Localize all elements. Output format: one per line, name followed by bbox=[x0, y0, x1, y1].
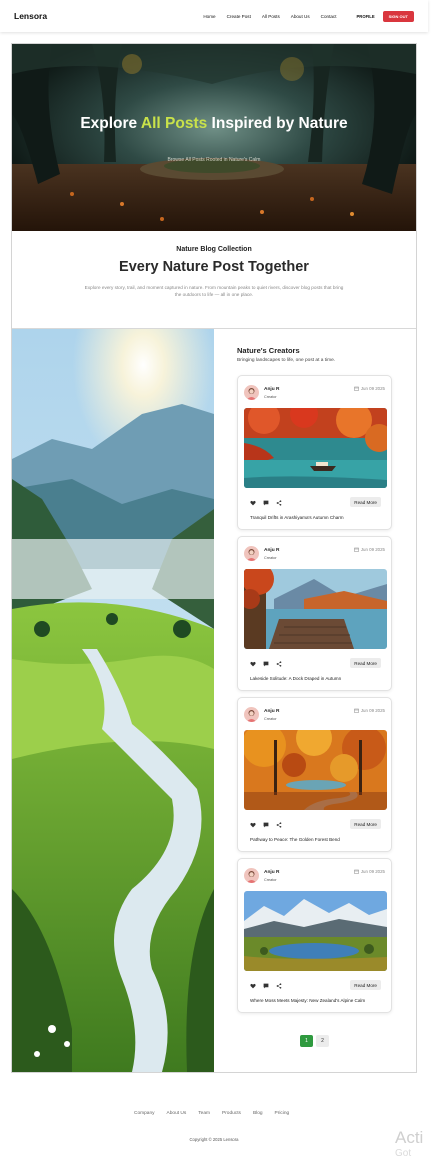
page-button-1[interactable]: 1 bbox=[300, 1035, 313, 1047]
author-role: Creator bbox=[264, 717, 277, 721]
nav-link-contact[interactable]: Contact bbox=[321, 14, 337, 19]
footer-links: Company About Us Team Products Blog Pric… bbox=[134, 1111, 301, 1116]
read-more-button[interactable]: Read More bbox=[350, 819, 381, 829]
author-name[interactable]: Anju R bbox=[264, 548, 279, 553]
activation-watermark-sub: Got bbox=[395, 1148, 412, 1158]
author-name[interactable]: Anju R bbox=[264, 709, 279, 714]
author-name[interactable]: Anju R bbox=[264, 870, 279, 875]
section-title: Every Nature Post Together bbox=[119, 259, 309, 275]
post-actions bbox=[250, 983, 289, 989]
footer-link-pricing[interactable]: Pricing bbox=[275, 1111, 290, 1116]
footer-link-products[interactable]: Products bbox=[222, 1111, 241, 1116]
nav-link-about-us[interactable]: About Us bbox=[291, 14, 310, 19]
creators-title: Nature's Creators bbox=[237, 346, 300, 355]
post-actions bbox=[250, 500, 289, 506]
comment-icon[interactable] bbox=[263, 661, 269, 667]
avatar bbox=[244, 385, 259, 400]
comment-icon[interactable] bbox=[263, 500, 269, 506]
share-icon[interactable] bbox=[276, 983, 282, 989]
calendar-icon bbox=[354, 869, 359, 874]
author-role: Creator bbox=[264, 395, 277, 399]
hero-forest-image bbox=[12, 44, 416, 231]
author-name[interactable]: Anju R bbox=[264, 387, 279, 392]
valley-feature-image bbox=[12, 329, 214, 1072]
avatar bbox=[244, 546, 259, 561]
main-container: Explore All Posts Inspired by Nature Bro… bbox=[11, 43, 417, 1073]
post-title[interactable]: Pathway to Peace: The Golden Forest Bend bbox=[250, 837, 340, 842]
navbar: Lensora Home Create Post All Posts About… bbox=[0, 0, 428, 32]
share-icon[interactable] bbox=[276, 661, 282, 667]
post-date: Jun 09 2025 bbox=[354, 386, 385, 391]
creators-subtitle: Bringing landscapes to life, one post at… bbox=[237, 358, 336, 363]
author-role: Creator bbox=[264, 878, 277, 882]
profile-link[interactable]: PROFILE bbox=[357, 14, 375, 19]
signout-button[interactable]: SIGN OUT bbox=[382, 10, 414, 22]
read-more-button[interactable]: Read More bbox=[350, 497, 381, 507]
post-actions bbox=[250, 822, 289, 828]
nav-link-all-posts[interactable]: All Posts bbox=[262, 14, 280, 19]
read-more-button[interactable]: Read More bbox=[350, 980, 381, 990]
activation-watermark: Acti bbox=[395, 1128, 424, 1147]
post-date: Jun 09 2025 bbox=[354, 708, 385, 713]
post-image-alpine-lake[interactable] bbox=[244, 891, 387, 971]
post-card[interactable]: Anju R Creator Jun 09 2025 bbox=[237, 375, 392, 530]
hero-subtitle: Browse All Posts Rooted in Nature's Calm bbox=[167, 157, 261, 163]
comment-icon[interactable] bbox=[263, 983, 269, 989]
post-title[interactable]: Tranquil Drifts in Arashiyama's Autumn C… bbox=[250, 515, 344, 520]
post-card[interactable]: Anju R Creator Jun 09 2025 bbox=[237, 697, 392, 852]
section-description: Explore every story, trail, and moment c… bbox=[84, 285, 344, 297]
author-role: Creator bbox=[264, 556, 277, 560]
like-heart-icon[interactable] bbox=[250, 661, 256, 667]
post-image-autumn-lake-boat[interactable] bbox=[244, 408, 387, 488]
hero-title: Explore All Posts Inspired by Nature bbox=[80, 115, 348, 132]
share-icon[interactable] bbox=[276, 500, 282, 506]
read-more-button[interactable]: Read More bbox=[350, 658, 381, 668]
nav-link-home[interactable]: Home bbox=[203, 14, 215, 19]
nav-link-create-post[interactable]: Create Post bbox=[227, 14, 251, 19]
footer-link-team[interactable]: Team bbox=[198, 1111, 210, 1116]
post-actions bbox=[250, 661, 289, 667]
share-icon[interactable] bbox=[276, 822, 282, 828]
pagination: 1 2 bbox=[300, 1035, 332, 1047]
hero-banner: Explore All Posts Inspired by Nature Bro… bbox=[12, 44, 416, 231]
post-image-golden-forest-path[interactable] bbox=[244, 730, 387, 810]
like-heart-icon[interactable] bbox=[250, 822, 256, 828]
nav-links: Home Create Post All Posts About Us Cont… bbox=[192, 14, 336, 19]
footer-link-company[interactable]: Company bbox=[134, 1111, 155, 1116]
avatar bbox=[244, 868, 259, 883]
post-title[interactable]: Lakeside Solitude: A Dock Draped in Autu… bbox=[250, 676, 341, 681]
brand-logo[interactable]: Lensora bbox=[14, 11, 47, 21]
copyright: Copyright © 2025 Lensora bbox=[189, 1137, 239, 1142]
like-heart-icon[interactable] bbox=[250, 500, 256, 506]
hero-title-accent: All Posts bbox=[140, 115, 208, 132]
section-label: Nature Blog Collection bbox=[176, 246, 252, 253]
avatar bbox=[244, 707, 259, 722]
footer-link-about-us[interactable]: About Us bbox=[167, 1111, 187, 1116]
calendar-icon bbox=[354, 708, 359, 713]
calendar-icon bbox=[354, 386, 359, 391]
calendar-icon bbox=[354, 547, 359, 552]
post-card[interactable]: Anju R Creator Jun 09 2025 bbox=[237, 536, 392, 691]
post-date: Jun 09 2025 bbox=[354, 869, 385, 874]
like-heart-icon[interactable] bbox=[250, 983, 256, 989]
page-button-2[interactable]: 2 bbox=[316, 1035, 329, 1047]
post-card[interactable]: Anju R Creator Jun 09 2025 Read More Whe… bbox=[237, 858, 392, 1013]
post-image-lake-dock[interactable] bbox=[244, 569, 387, 649]
post-date: Jun 09 2025 bbox=[354, 547, 385, 552]
post-title[interactable]: Where Moss Meets Majesty: New Zealand's … bbox=[250, 998, 365, 1003]
footer-link-blog[interactable]: Blog bbox=[253, 1111, 263, 1116]
comment-icon[interactable] bbox=[263, 822, 269, 828]
